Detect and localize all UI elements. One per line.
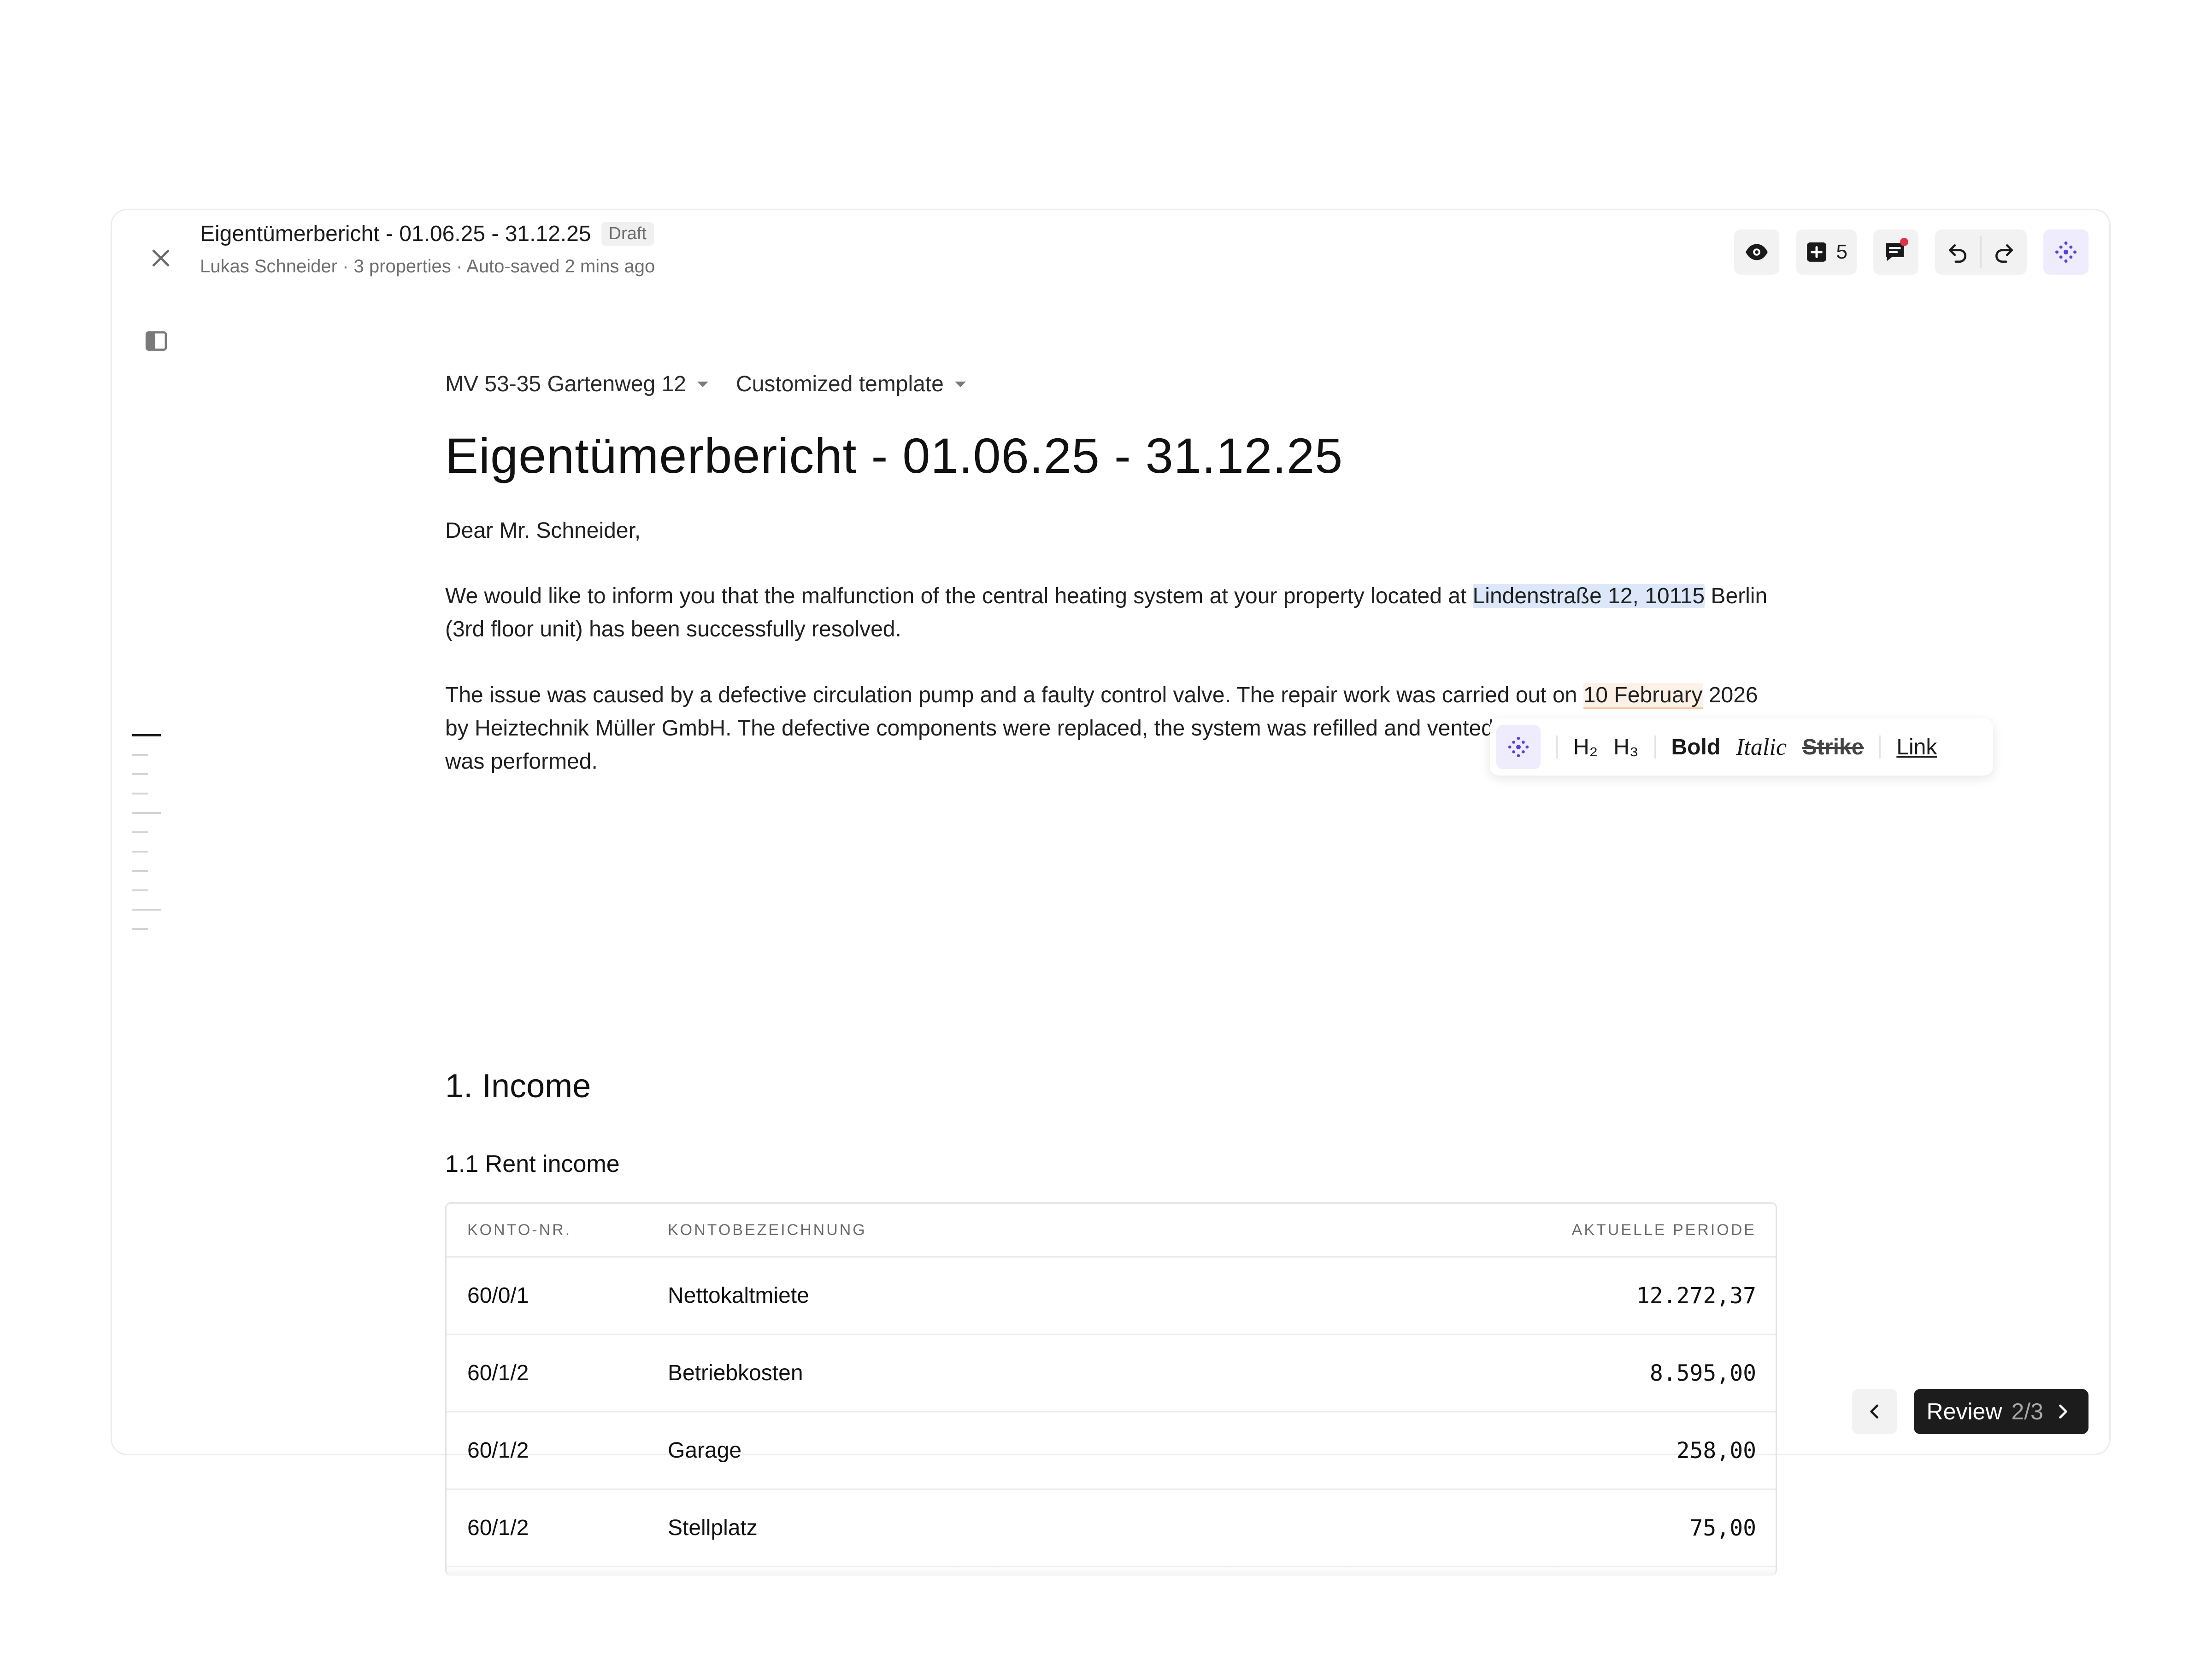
sidebar-icon	[145, 331, 167, 351]
chevron-right-icon	[2059, 1404, 2067, 1419]
outline-item[interactable]	[132, 851, 148, 853]
document-selectors: MV 53-35 Gartenweg 12 Customized templat…	[445, 371, 966, 397]
editor-window: Eigentümerbericht - 01.06.25 - 31.12.25 …	[111, 209, 2111, 1576]
sidebar-toggle[interactable]	[141, 326, 171, 356]
table-row[interactable]: 60/1/2 Betriebkosten 8.595,00	[447, 1335, 1776, 1412]
template-selector-label: Customized template	[735, 372, 944, 396]
review-label: Review	[1926, 1399, 2002, 1424]
account-name: Stellplatz	[668, 1516, 758, 1540]
period-amount: 258,00	[1676, 1437, 1756, 1464]
section-heading[interactable]: 1. Income	[445, 1067, 591, 1105]
outline-item[interactable]	[132, 870, 148, 872]
eye-icon	[1745, 244, 1768, 260]
comments-button[interactable]	[1873, 229, 1918, 275]
previous-review-button[interactable]	[1852, 1389, 1897, 1434]
divider	[1556, 735, 1558, 759]
account-name: Betriebkosten	[668, 1361, 803, 1385]
table-header-row: KONTO-NR. KONTOBEZEICHNUNG AKTUELLE PERI…	[447, 1204, 1776, 1258]
link-button[interactable]: Link	[1896, 735, 1937, 760]
outline-item[interactable]	[132, 812, 161, 814]
notification-dot	[1900, 238, 1908, 246]
account-number: 60/0/1	[467, 1283, 529, 1308]
plus-box-icon	[1806, 242, 1826, 262]
rent-income-table: KONTO-NR. KONTOBEZEICHNUNG AKTUELLE PERI…	[445, 1202, 1777, 1576]
document-heading[interactable]: Eigentümerbericht - 01.06.25 - 31.12.25	[445, 427, 1343, 484]
undo-button[interactable]	[1935, 229, 1980, 275]
outline-item[interactable]	[132, 734, 161, 736]
history-group	[1935, 229, 2027, 275]
chevron-left-icon	[1870, 1404, 1878, 1419]
close-icon	[152, 249, 170, 267]
highlighted-address[interactable]: Lindenstraße 12, 10115	[1472, 584, 1705, 608]
heading-2-button[interactable]: H₂	[1573, 735, 1598, 760]
outline-item[interactable]	[132, 754, 148, 756]
account-name: Nettokaltmiete	[668, 1283, 809, 1308]
italic-button[interactable]: Italic	[1736, 734, 1787, 761]
redo-button[interactable]	[1982, 229, 2027, 275]
outline-item[interactable]	[132, 928, 148, 930]
table-row[interactable]: 60/1/2 Garage 258,00	[447, 1412, 1776, 1490]
subsection-heading[interactable]: 1.1 Rent income	[445, 1150, 620, 1178]
toolbar: 5	[1734, 229, 2088, 275]
highlighted-date[interactable]: 10 February	[1583, 683, 1703, 709]
property-selector-label: MV 53-35 Gartenweg 12	[445, 372, 686, 396]
status-badge: Draft	[601, 222, 654, 246]
outline-item[interactable]	[132, 773, 148, 775]
undo-icon	[1949, 244, 1966, 263]
strike-button[interactable]: Strike	[1802, 735, 1864, 760]
property-selector[interactable]: MV 53-35 Gartenweg 12	[445, 371, 708, 397]
divider	[1654, 735, 1656, 759]
period-amount: 75,00	[1689, 1515, 1757, 1541]
greeting-paragraph[interactable]: Dear Mr. Schneider,	[445, 514, 1782, 547]
paragraph-text: We would like to inform you that the mal…	[445, 584, 1473, 608]
outline-item[interactable]	[132, 793, 148, 794]
scroll-fade	[447, 1567, 1776, 1576]
outline-item[interactable]	[132, 889, 148, 891]
next-review-button[interactable]: Review 2/3	[1913, 1389, 2088, 1434]
outline-item[interactable]	[132, 909, 161, 911]
ai-format-button[interactable]	[1496, 725, 1541, 769]
account-number: 60/1/2	[467, 1438, 529, 1463]
column-header: KONTO-NR.	[467, 1221, 572, 1239]
review-count: 2/3	[2011, 1399, 2043, 1424]
column-header: AKTUELLE PERIODE	[1571, 1221, 1756, 1239]
preview-button[interactable]	[1734, 229, 1779, 275]
template-selector[interactable]: Customized template	[736, 371, 966, 397]
bold-button[interactable]: Bold	[1671, 735, 1721, 760]
column-header: KONTOBEZEICHNUNG	[668, 1221, 867, 1239]
ai-assistant-button[interactable]	[2043, 229, 2088, 275]
sparkle-icon	[1508, 736, 1529, 758]
divider	[1879, 735, 1881, 759]
redo-icon	[1995, 244, 2013, 263]
review-navigation: Review 2/3	[1852, 1389, 2088, 1434]
chevron-down-icon	[954, 381, 966, 387]
account-name: Garage	[668, 1438, 742, 1463]
format-toolbar: H₂ H₃ Bold Italic Strike Link	[1490, 718, 1993, 776]
heading-3-button[interactable]: H₃	[1613, 735, 1638, 760]
table-row[interactable]: 60/0/1 Nettokaltmiete 12.272,37	[447, 1258, 1776, 1335]
sparkle-icon	[2055, 241, 2077, 263]
paragraph-text: The issue was caused by a defective circ…	[445, 683, 1583, 707]
add-count: 5	[1836, 241, 1847, 263]
account-number: 60/1/2	[467, 1361, 529, 1385]
document-title: Eigentümerbericht - 01.06.25 - 31.12.25	[200, 222, 591, 246]
add-block-button[interactable]: 5	[1795, 229, 1857, 275]
outline-item[interactable]	[132, 831, 148, 833]
title-row: Eigentümerbericht - 01.06.25 - 31.12.25 …	[200, 221, 654, 247]
period-amount: 8.595,00	[1649, 1360, 1756, 1386]
close-button[interactable]	[141, 239, 180, 277]
paragraph-1[interactable]: We would like to inform you that the mal…	[445, 580, 1782, 646]
table-row[interactable]: 60/1/2 Stellplatz 75,00	[447, 1490, 1776, 1567]
outline-minimap	[132, 734, 165, 947]
chevron-down-icon	[697, 381, 708, 387]
account-number: 60/1/2	[467, 1516, 529, 1540]
period-amount: 12.272,37	[1636, 1282, 1756, 1309]
document-meta: Lukas Schneider · 3 properties · Auto-sa…	[200, 256, 655, 276]
